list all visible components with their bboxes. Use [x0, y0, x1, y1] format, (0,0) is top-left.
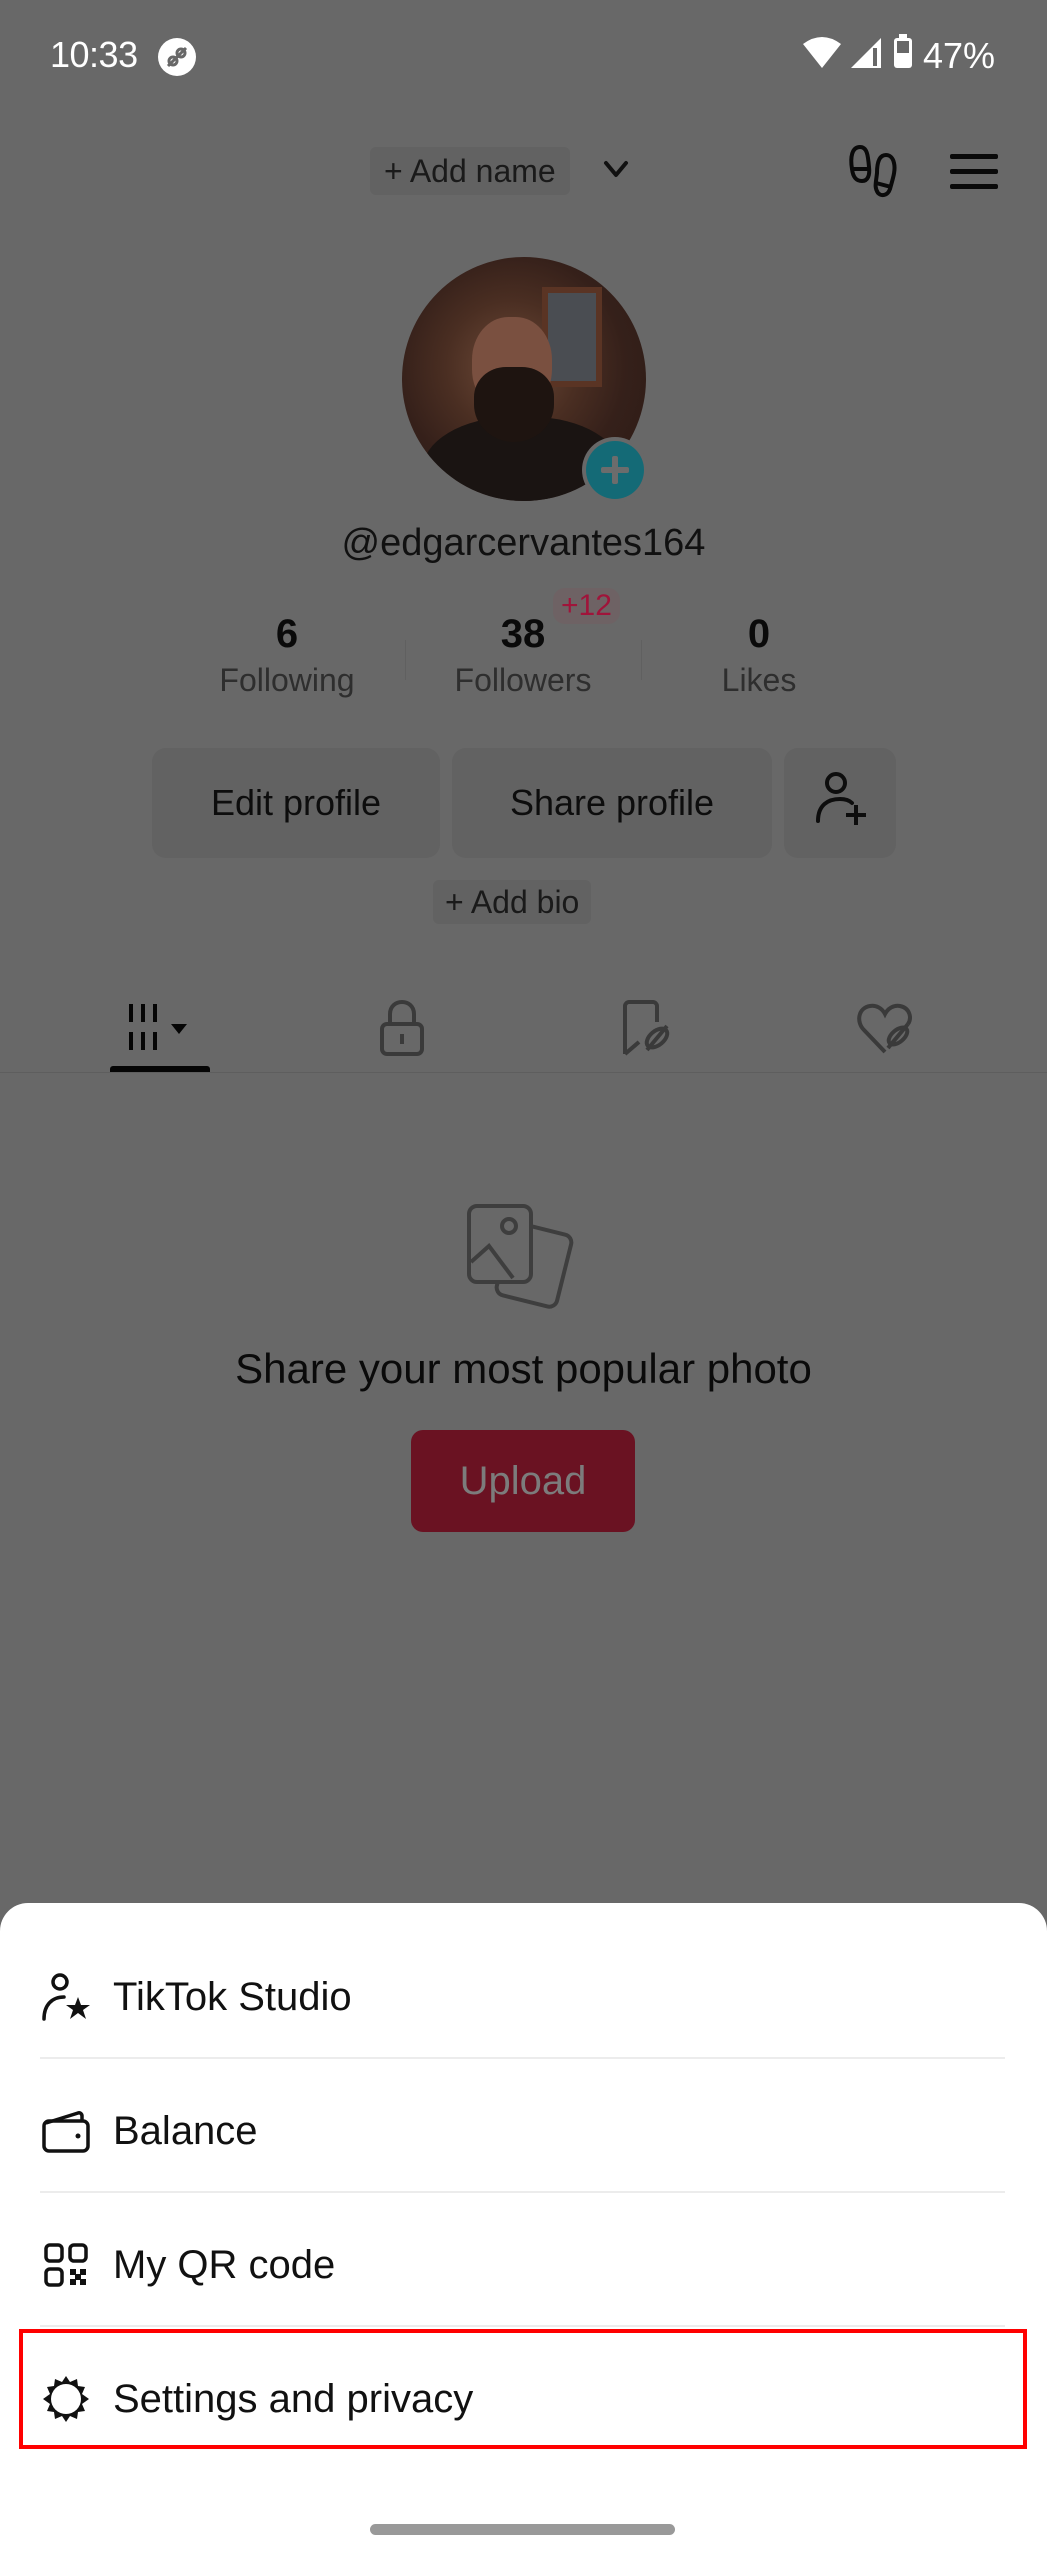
stat-label: Following: [219, 662, 355, 698]
footprint-icon[interactable]: [848, 143, 900, 199]
chevron-down-icon[interactable]: [600, 153, 632, 185]
plus-icon: [586, 441, 644, 499]
qr-code-icon: [40, 2239, 92, 2291]
stat-separator: [641, 640, 642, 680]
lock-icon: [378, 999, 426, 1061]
battery-icon: [893, 34, 913, 77]
avatar-add-button[interactable]: [582, 437, 648, 503]
menu-item-tiktok-studio[interactable]: TikTok Studio: [0, 1930, 1047, 2064]
heart-hidden-icon: [856, 1002, 914, 1059]
tab-videos[interactable]: [90, 990, 230, 1070]
profile-menu-sheet: TikTok Studio Balance My QR code Setting…: [0, 1903, 1047, 2560]
menu-divider: [40, 2191, 1005, 2193]
username: @edgarcervantes164: [341, 522, 706, 564]
creator-star-icon: [40, 1971, 92, 2023]
stat-value: 6: [275, 612, 299, 656]
tab-private[interactable]: [332, 990, 472, 1070]
wallet-icon: [40, 2105, 92, 2157]
stat-label: Likes: [721, 662, 797, 698]
tab-divider: [0, 1072, 1047, 1073]
tab-saved[interactable]: [577, 990, 717, 1070]
add-friend-button[interactable]: [784, 748, 896, 858]
menu-divider: [40, 2057, 1005, 2059]
menu-item-qr-code[interactable]: My QR code: [0, 2198, 1047, 2332]
edit-profile-button[interactable]: Edit profile: [152, 748, 440, 858]
status-icons: 47%: [802, 34, 995, 77]
stat-following[interactable]: 6 Following: [187, 612, 387, 699]
link-app-icon: [158, 38, 196, 76]
upload-button[interactable]: Upload: [411, 1430, 635, 1532]
grid-icon: [125, 998, 195, 1063]
add-name-button[interactable]: + Add name: [370, 147, 570, 195]
menu-icon[interactable]: [948, 152, 1000, 192]
stat-followers[interactable]: 38 Followers: [423, 612, 623, 699]
share-profile-button[interactable]: Share profile: [452, 748, 772, 858]
stat-likes[interactable]: 0 Likes: [659, 612, 859, 699]
stat-label: Followers: [454, 662, 592, 698]
photo-stack-icon: [463, 1200, 583, 1312]
empty-state-title: Share your most popular photo: [235, 1345, 812, 1392]
add-bio-button[interactable]: + Add bio: [433, 880, 592, 924]
signal-icon: [850, 35, 883, 77]
menu-item-label: My QR code: [113, 2242, 336, 2287]
home-indicator[interactable]: [370, 2524, 675, 2535]
new-followers-badge: +12: [553, 588, 620, 624]
add-user-icon: [810, 769, 870, 838]
wifi-icon: [802, 35, 841, 77]
battery-percent: 47%: [922, 34, 995, 76]
status-time: 10:33: [50, 34, 138, 75]
menu-divider: [40, 2325, 1005, 2327]
tab-liked[interactable]: [815, 990, 955, 1070]
menu-item-label: TikTok Studio: [113, 1974, 352, 2019]
avatar-beard: [474, 367, 554, 442]
bookmark-hidden-icon: [621, 999, 673, 1061]
menu-item-balance[interactable]: Balance: [0, 2064, 1047, 2198]
highlight-annotation: [19, 2329, 1027, 2449]
stat-separator: [405, 640, 406, 680]
menu-item-label: Balance: [113, 2108, 258, 2153]
stat-value: 0: [747, 612, 771, 656]
